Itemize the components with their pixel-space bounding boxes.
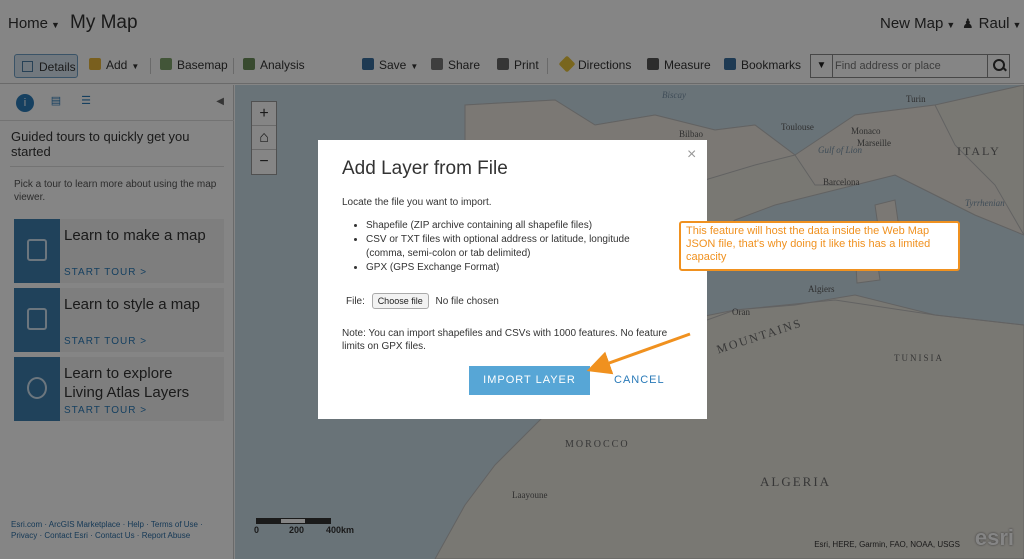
file-label: File: [346,296,365,307]
dialog-title: Add Layer from File [342,158,508,179]
dialog-note: Note: You can import shapefiles and CSVs… [342,328,668,352]
list-item: GPX (GPS Exchange Format) [366,261,666,275]
list-item: CSV or TXT files with optional address o… [366,233,666,261]
dialog-intro: Locate the file you want to import. [342,197,492,208]
import-layer-button[interactable]: IMPORT LAYER [469,366,590,395]
list-item: Shapefile (ZIP archive containing all sh… [366,219,666,233]
close-icon[interactable]: × [687,146,696,164]
add-layer-dialog: Add Layer from File × Locate the file yo… [318,140,707,419]
format-list: Shapefile (ZIP archive containing all sh… [366,219,666,275]
file-picker-row: File: Choose file No file chosen [346,293,499,309]
file-status: No file chosen [435,296,499,307]
cancel-button[interactable]: CANCEL [614,374,665,386]
annotation-callout: This feature will host the data inside t… [679,221,960,271]
choose-file-button[interactable]: Choose file [371,293,429,309]
